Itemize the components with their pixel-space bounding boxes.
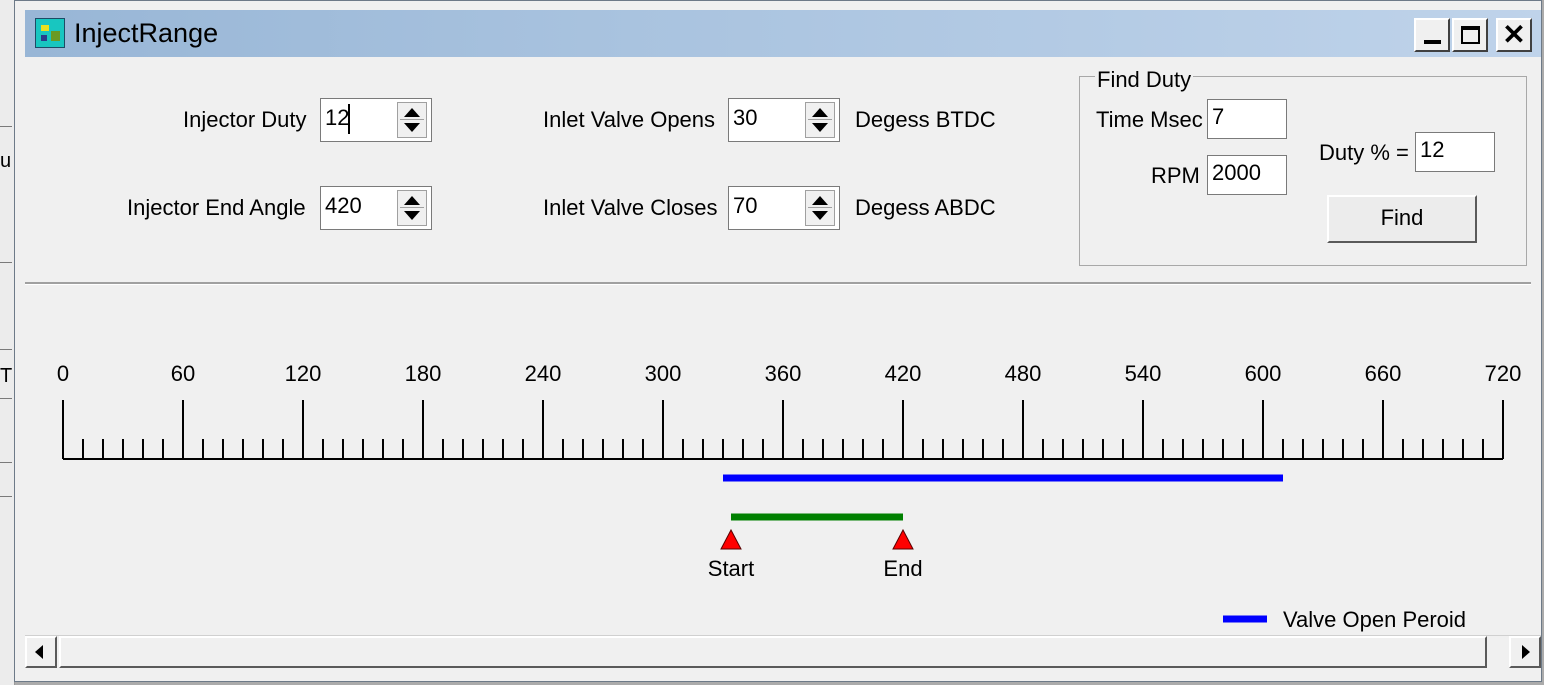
horizontal-scrollbar[interactable] [25,635,1541,668]
marker-start-label: Start [708,556,754,581]
arrow-left-icon [35,645,43,659]
bg-divider [0,262,12,263]
tick-label: 120 [285,361,322,386]
bg-divider [0,126,12,127]
tick-label: 240 [525,361,562,386]
marker-end-label: End [883,556,922,581]
bg-glyph: T [0,365,13,387]
tick-label: 300 [645,361,682,386]
tick-label: 540 [1125,361,1162,386]
background-window-edge: u T [0,0,15,685]
marker-end-icon [892,528,914,550]
scroll-left-button[interactable] [25,636,57,668]
arrow-right-icon [1522,645,1530,659]
marker-start-icon [720,528,742,550]
scroll-thumb[interactable] [59,636,1487,668]
legend-label: Valve Open Peroid [1283,607,1466,632]
tick-label: 360 [765,361,802,386]
bg-glyph: u [0,150,12,172]
scroll-right-button[interactable] [1509,636,1541,668]
tick-label: 180 [405,361,442,386]
bg-divider [0,349,12,350]
tick-label: 420 [885,361,922,386]
bg-divider [0,496,12,497]
tick-label: 660 [1365,361,1402,386]
tick-label: 480 [1005,361,1042,386]
bg-divider [0,462,12,463]
bg-divider [0,398,12,399]
crank-angle-timeline: 0 60 120 180 240 300 360 420 480 540 600 660 720 Star… [57,361,1522,632]
tick-label: 600 [1245,361,1282,386]
tick-label: 720 [1485,361,1522,386]
inject-range-window: InjectRange ✕ Injector Duty 12 Injector … [14,0,1542,682]
tick-label: 0 [57,361,69,386]
tick-label: 60 [171,361,195,386]
